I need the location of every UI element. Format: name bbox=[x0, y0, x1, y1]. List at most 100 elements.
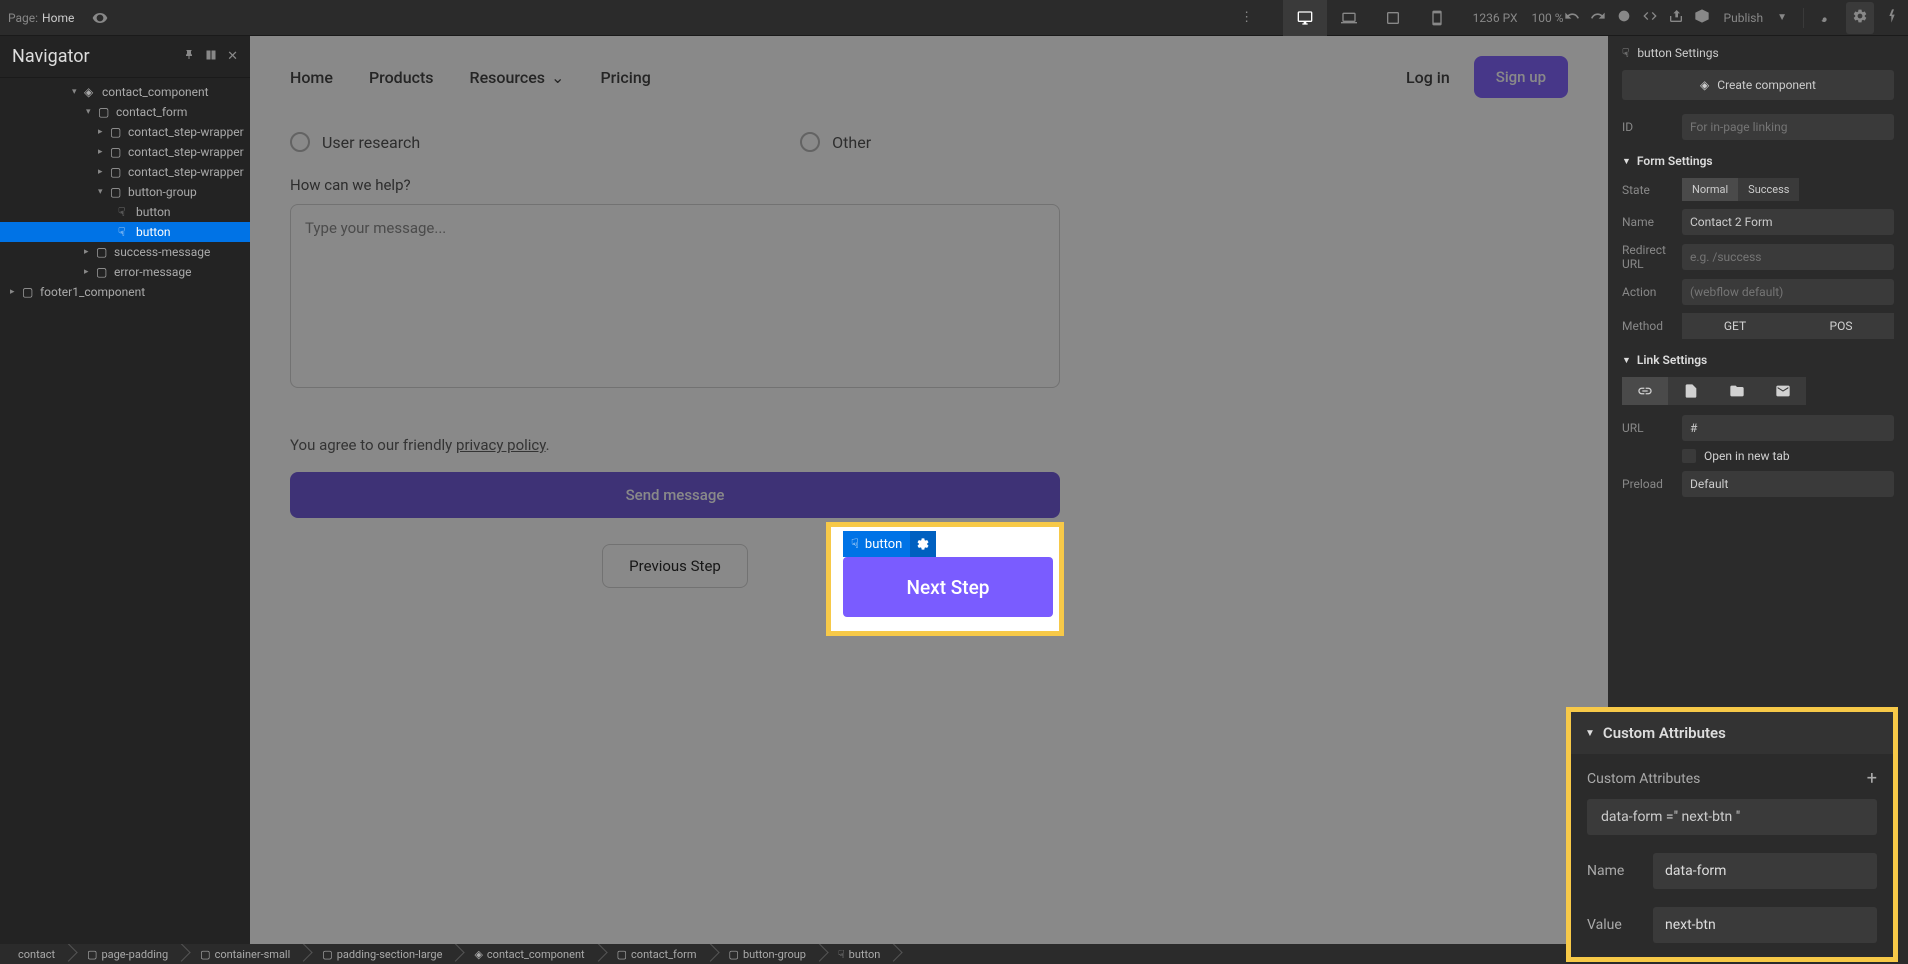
site-auth: Log in Sign up bbox=[1406, 56, 1568, 98]
nav-pricing[interactable]: Pricing bbox=[600, 68, 650, 87]
publish-label[interactable]: Publish bbox=[1724, 11, 1764, 25]
tree-step-wrapper-1[interactable]: ▸▢contact_step-wrapper bbox=[0, 122, 250, 142]
undo-icon[interactable] bbox=[1564, 8, 1580, 28]
crumb-contact-component[interactable]: ◈contact_component bbox=[456, 944, 598, 964]
tree-button-1[interactable]: ☟button bbox=[0, 202, 250, 222]
tree-step-wrapper-3[interactable]: ▸▢contact_step-wrapper bbox=[0, 162, 250, 182]
action-input[interactable] bbox=[1682, 279, 1894, 305]
tree-button-2[interactable]: ☟button bbox=[0, 222, 250, 242]
comment-icon[interactable] bbox=[1616, 8, 1632, 28]
pin-icon[interactable] bbox=[183, 49, 195, 65]
nav-products[interactable]: Products bbox=[369, 68, 434, 87]
send-button[interactable]: Send message bbox=[290, 472, 1060, 518]
redo-icon[interactable] bbox=[1590, 8, 1606, 28]
device-laptop[interactable] bbox=[1327, 0, 1371, 36]
crumb-page-padding[interactable]: ▢page-padding bbox=[69, 944, 182, 964]
name-label: Name bbox=[1622, 215, 1682, 229]
tree-success-message[interactable]: ▸▢success-message bbox=[0, 242, 250, 262]
link-type-page[interactable] bbox=[1668, 377, 1714, 405]
attr-name-input[interactable] bbox=[1653, 853, 1877, 889]
attr-value-label: Value bbox=[1587, 917, 1639, 933]
previous-step-button[interactable]: Previous Step bbox=[602, 544, 748, 588]
method-post-button[interactable]: POS bbox=[1788, 313, 1894, 339]
link-type-email[interactable] bbox=[1760, 377, 1806, 405]
attribute-display[interactable]: data-form =" next-btn " bbox=[1587, 799, 1877, 835]
form-name-input[interactable] bbox=[1682, 209, 1894, 235]
panel-icon[interactable] bbox=[205, 49, 217, 65]
crumb-button[interactable]: ☟button bbox=[820, 944, 894, 964]
url-input[interactable] bbox=[1682, 415, 1894, 441]
brush-icon[interactable] bbox=[1820, 8, 1836, 28]
radio-user-research[interactable]: User research bbox=[290, 132, 420, 152]
id-input[interactable] bbox=[1682, 114, 1894, 140]
device-desktop[interactable] bbox=[1283, 0, 1327, 36]
link-type-section[interactable] bbox=[1714, 377, 1760, 405]
tree-footer-component[interactable]: ▸▢footer1_component bbox=[0, 282, 250, 302]
top-toolbar: Page: Home ⋮ 1236 PX 100 % Publish ▼ bbox=[0, 0, 1908, 36]
tree-contact-form[interactable]: ▾▢contact_form bbox=[0, 102, 250, 122]
url-label: URL bbox=[1622, 421, 1682, 435]
page-content: Home Products Resources ⌄ Pricing Log in… bbox=[250, 36, 1608, 944]
message-textarea[interactable] bbox=[290, 204, 1060, 388]
crumb-contact-form[interactable]: ▢contact_form bbox=[599, 944, 711, 964]
close-icon[interactable]: ✕ bbox=[227, 49, 238, 64]
device-tablet[interactable] bbox=[1371, 0, 1415, 36]
custom-attributes-subheader: Custom Attributes + bbox=[1587, 768, 1877, 789]
element-gear-icon[interactable] bbox=[910, 531, 936, 557]
interactions-icon[interactable] bbox=[1884, 8, 1900, 28]
form-settings-header[interactable]: ▼Form Settings bbox=[1622, 154, 1894, 168]
open-new-tab-row[interactable]: Open in new tab bbox=[1622, 449, 1894, 463]
add-attribute-icon[interactable]: + bbox=[1867, 768, 1877, 789]
tree-button-group[interactable]: ▾▢button-group bbox=[0, 182, 250, 202]
tree-error-message[interactable]: ▸▢error-message bbox=[0, 262, 250, 282]
element-tag[interactable]: ☟button bbox=[843, 531, 936, 557]
site-header: Home Products Resources ⌄ Pricing Log in… bbox=[250, 36, 1608, 118]
link-settings-header[interactable]: ▼Link Settings bbox=[1622, 353, 1894, 367]
method-get-button[interactable]: GET bbox=[1682, 313, 1788, 339]
zoom-value: 100 bbox=[1532, 11, 1552, 25]
link-type-row bbox=[1622, 377, 1894, 405]
crumb-contact[interactable]: contact bbox=[0, 944, 69, 964]
more-icon[interactable]: ⋮ bbox=[1237, 8, 1257, 28]
chevron-down-icon: ▼ bbox=[1585, 728, 1595, 739]
crumb-container-small[interactable]: ▢container-small bbox=[182, 944, 304, 964]
tree-step-wrapper-2[interactable]: ▸▢contact_step-wrapper bbox=[0, 142, 250, 162]
chevron-down-icon[interactable]: ▼ bbox=[1777, 12, 1787, 23]
settings-icon[interactable] bbox=[1846, 2, 1874, 34]
navigator-header: Navigator ✕ bbox=[0, 36, 250, 78]
attr-value-input[interactable] bbox=[1653, 907, 1877, 943]
code-icon[interactable] bbox=[1642, 8, 1658, 28]
preload-select[interactable] bbox=[1682, 471, 1894, 497]
crumb-padding-section[interactable]: ▢padding-section-large bbox=[304, 944, 456, 964]
custom-attributes-header[interactable]: ▼ Custom Attributes bbox=[1571, 712, 1893, 754]
page-name[interactable]: Home bbox=[42, 11, 74, 25]
audit-icon[interactable] bbox=[1694, 8, 1710, 28]
login-link[interactable]: Log in bbox=[1406, 68, 1450, 87]
state-success-button[interactable]: Success bbox=[1738, 178, 1799, 201]
redirect-input[interactable] bbox=[1682, 244, 1894, 270]
redirect-label: Redirect URL bbox=[1622, 243, 1682, 271]
preview-icon[interactable] bbox=[90, 8, 110, 28]
preload-label: Preload bbox=[1622, 477, 1682, 491]
radio-other[interactable]: Other bbox=[800, 132, 871, 152]
create-component-button[interactable]: ◈Create component bbox=[1622, 70, 1894, 100]
state-normal-button[interactable]: Normal bbox=[1682, 178, 1738, 201]
next-step-button[interactable]: Next Step bbox=[843, 557, 1053, 617]
nav-home[interactable]: Home bbox=[290, 68, 333, 87]
link-type-url[interactable] bbox=[1622, 377, 1668, 405]
device-mobile[interactable] bbox=[1415, 0, 1459, 36]
hand-icon: ☟ bbox=[1622, 46, 1629, 60]
signup-button[interactable]: Sign up bbox=[1474, 56, 1568, 98]
hand-icon: ☟ bbox=[851, 537, 859, 552]
privacy-link[interactable]: privacy policy bbox=[456, 436, 546, 454]
site-nav: Home Products Resources ⌄ Pricing bbox=[290, 68, 651, 87]
tree-contact-component[interactable]: ▾◈contact_component bbox=[0, 82, 250, 102]
nav-resources[interactable]: Resources ⌄ bbox=[470, 68, 565, 87]
crumb-button-group[interactable]: ▢button-group bbox=[711, 944, 820, 964]
method-label: Method bbox=[1622, 319, 1682, 333]
navigator-panel: Navigator ✕ ▾◈contact_component ▾▢contac… bbox=[0, 36, 250, 944]
navigator-tree: ▾◈contact_component ▾▢contact_form ▸▢con… bbox=[0, 78, 250, 306]
page-label: Page: bbox=[8, 11, 38, 25]
form-area: User research Other How can we help? You… bbox=[250, 132, 1608, 588]
export-icon[interactable] bbox=[1668, 8, 1684, 28]
